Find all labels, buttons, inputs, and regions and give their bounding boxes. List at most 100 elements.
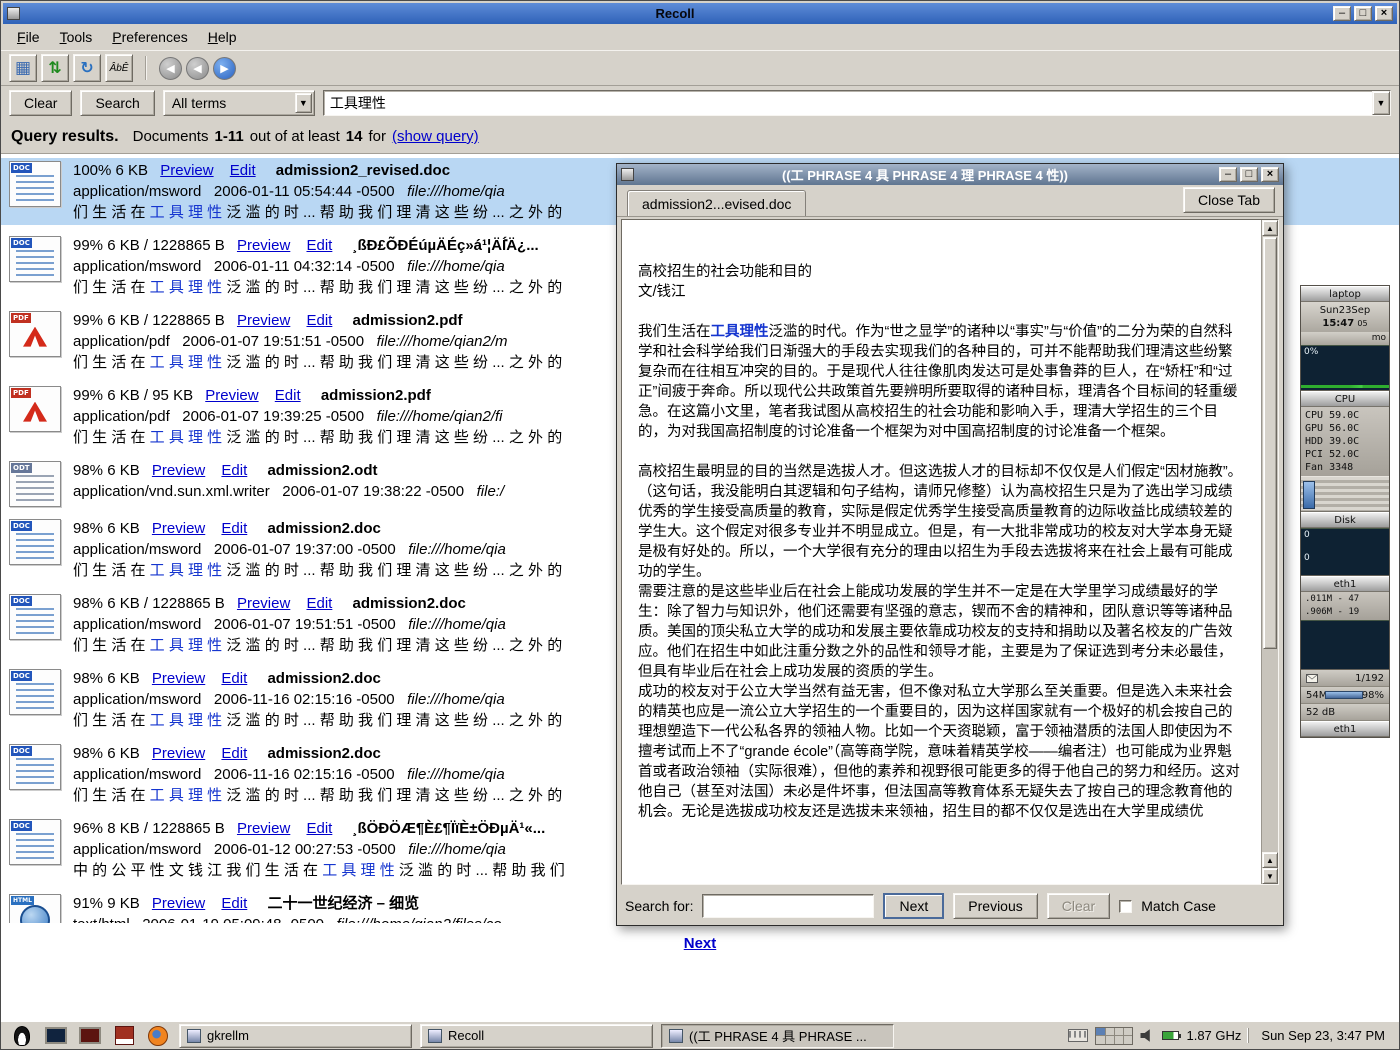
start-menu-button[interactable]: [9, 1024, 35, 1048]
scroll-up-icon[interactable]: [1262, 220, 1278, 236]
edit-link[interactable]: Edit: [306, 820, 332, 837]
task-label: ((工 PHRASE 4 具 PHRASE ...: [689, 1026, 867, 1045]
media-launcher[interactable]: [77, 1024, 103, 1048]
find-previous-button[interactable]: Previous: [953, 893, 1037, 919]
file-type-icon: [9, 236, 61, 282]
result-date: 2006-01-19 05:09:48 -0500: [142, 916, 324, 923]
file-type-icon: [9, 594, 61, 640]
next-page-wrap: Next: [1, 923, 1399, 965]
match-case-checkbox[interactable]: [1119, 900, 1132, 913]
task-recoll[interactable]: Recoll: [420, 1024, 653, 1048]
terminal-launcher[interactable]: [43, 1024, 69, 1048]
temperature-readouts: CPU 59.0C GPU 56.0C HDD 39.0C PCI 52.0C …: [1301, 407, 1389, 476]
edit-link[interactable]: Edit: [306, 312, 332, 329]
edit-link[interactable]: Edit: [221, 462, 247, 479]
result-relevance-size: 99% 6 KB / 95 KB: [73, 387, 193, 404]
menu-help[interactable]: Help: [198, 26, 247, 48]
search-button[interactable]: Search: [80, 90, 154, 116]
workspace-pager[interactable]: [1095, 1027, 1133, 1045]
preview-link[interactable]: Preview: [237, 312, 290, 329]
maximize-icon[interactable]: [1354, 6, 1372, 21]
preview-close-icon[interactable]: [1261, 167, 1279, 182]
preview-link[interactable]: Preview: [152, 670, 205, 687]
search-mode-select[interactable]: All terms: [163, 90, 315, 116]
taskbar-clock[interactable]: Sun Sep 23, 3:47 PM: [1248, 1028, 1391, 1043]
snippet-text: 们 生 活 在: [73, 354, 150, 371]
find-clear-button[interactable]: Clear: [1047, 893, 1110, 919]
query-history-dropdown-icon[interactable]: [1372, 91, 1390, 115]
query-config-icon[interactable]: [9, 54, 37, 82]
show-query-link[interactable]: (show query): [392, 128, 479, 145]
search-query-input[interactable]: [323, 90, 1391, 116]
disk-write-value: 0: [1304, 553, 1310, 563]
snippet-text: 泛 滥 的 时 ... 帮 助 我 们 理 清 这 些 纷 ... 之 外 的: [222, 787, 562, 804]
preview-link[interactable]: Preview: [205, 387, 258, 404]
preview-link[interactable]: Preview: [237, 820, 290, 837]
spellcheck-icon[interactable]: ÂbÊ: [105, 54, 133, 82]
result-mime: application/msword: [73, 541, 201, 558]
menu-file[interactable]: File: [7, 26, 50, 48]
previous-page-icon[interactable]: ◀: [186, 57, 209, 80]
menu-preferences[interactable]: Preferences: [102, 26, 198, 48]
preview-link[interactable]: Preview: [160, 162, 213, 179]
docs-launcher[interactable]: [111, 1024, 137, 1048]
task-gkrellm[interactable]: gkrellm: [179, 1024, 412, 1048]
preview-scrollbar[interactable]: [1261, 220, 1278, 884]
edit-link[interactable]: Edit: [221, 895, 247, 912]
preview-paragraph: [638, 442, 1245, 462]
first-page-icon[interactable]: ◀: [159, 57, 182, 80]
find-next-button[interactable]: Next: [883, 893, 944, 919]
sort-icon[interactable]: [41, 54, 69, 82]
scroll-down-icon[interactable]: [1262, 868, 1278, 884]
result-mime: application/pdf: [73, 408, 170, 425]
close-icon[interactable]: [1375, 6, 1393, 21]
edit-link[interactable]: Edit: [230, 162, 256, 179]
keyboard-icon[interactable]: [1068, 1029, 1088, 1042]
snippet-highlight: 工 具 理 性: [150, 204, 223, 221]
cpu-chart: 0%: [1301, 345, 1389, 391]
scrollbar-track[interactable]: [1262, 650, 1278, 852]
scrollbar-thumb[interactable]: [1263, 237, 1277, 649]
result-date: 2006-01-07 19:51:51 -0500: [214, 616, 396, 633]
speaker-icon[interactable]: [1140, 1029, 1155, 1043]
edit-link[interactable]: Edit: [221, 520, 247, 537]
preview-tab[interactable]: admission2...evised.doc: [627, 190, 806, 216]
preview-minimize-icon[interactable]: [1219, 167, 1237, 182]
preview-link[interactable]: Preview: [237, 595, 290, 612]
edit-link[interactable]: Edit: [306, 595, 332, 612]
edit-link[interactable]: Edit: [306, 237, 332, 254]
clear-button[interactable]: Clear: [9, 90, 72, 116]
close-tab-button[interactable]: Close Tab: [1183, 187, 1275, 213]
scroll-up-icon[interactable]: [1262, 852, 1278, 868]
preview-link[interactable]: Preview: [152, 462, 205, 479]
next-page-icon[interactable]: ▶: [213, 57, 236, 80]
preview-maximize-icon[interactable]: [1240, 167, 1258, 182]
penguin-icon: [14, 1026, 30, 1046]
find-input[interactable]: [702, 894, 874, 918]
snippet-text: 泛 滥 的 时 ... 帮 助 我 们 理 清 这 些 纷 ... 之 外 的: [222, 637, 562, 654]
preview-link[interactable]: Preview: [152, 520, 205, 537]
result-title: 二十一世纪经济 – 细览: [267, 895, 419, 912]
result-title: admission2.pdf: [353, 312, 463, 329]
edit-link[interactable]: Edit: [275, 387, 301, 404]
chevron-down-icon[interactable]: [295, 93, 312, 113]
browser-launcher[interactable]: [145, 1024, 171, 1048]
preview-link[interactable]: Preview: [237, 237, 290, 254]
minimize-icon[interactable]: [1333, 6, 1351, 21]
task-preview[interactable]: ((工 PHRASE 4 具 PHRASE ...: [661, 1024, 894, 1048]
result-path: file:///home/qia: [407, 258, 505, 275]
gkrellm-panel[interactable]: laptop Sun23Sep 15:47 05 mo 0% CPU CPU 5…: [1300, 285, 1390, 738]
firefox-icon: [148, 1026, 168, 1046]
result-mime: application/msword: [73, 766, 201, 783]
next-results-link[interactable]: Next: [684, 935, 717, 952]
battery-icon[interactable]: [1162, 1031, 1179, 1040]
temp-cpu: CPU 59.0C: [1305, 409, 1385, 422]
preview-link[interactable]: Preview: [152, 895, 205, 912]
edit-link[interactable]: Edit: [221, 745, 247, 762]
menu-tools[interactable]: Tools: [50, 26, 103, 48]
history-icon[interactable]: [73, 54, 101, 82]
preview-link[interactable]: Preview: [152, 745, 205, 762]
result-title: ¸ßÖÐÖÆ¶È£¶ÏïÈ±ÖÐµÄ¹«...: [353, 820, 546, 837]
edit-link[interactable]: Edit: [221, 670, 247, 687]
preview-text[interactable]: 高校招生的社会功能和目的文/钱江我们生活在工具理性泛滥的时代。作为“世之显学”的…: [622, 220, 1261, 884]
